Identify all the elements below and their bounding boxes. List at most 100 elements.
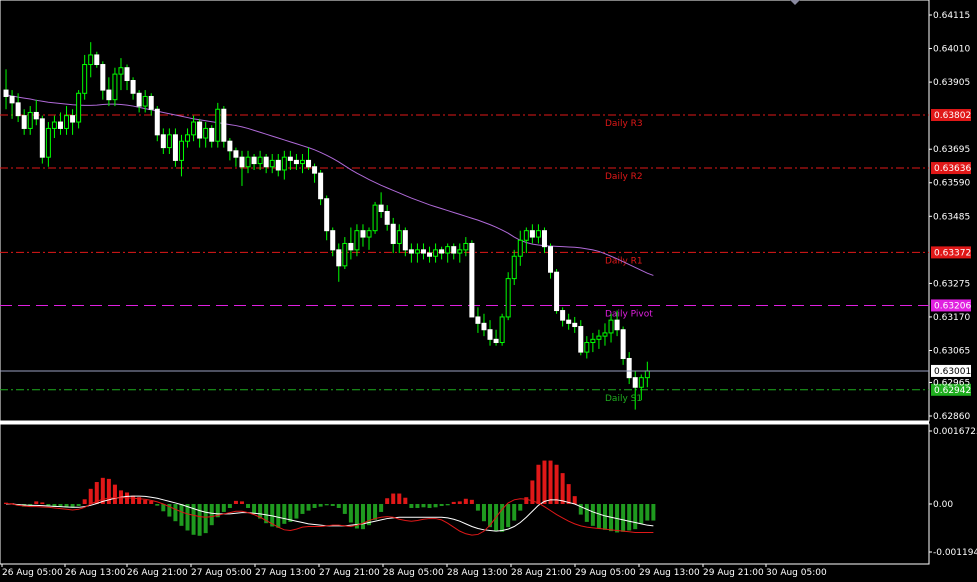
candle-body: [239, 156, 245, 168]
candle: [632, 371, 638, 410]
histogram-bar: [88, 488, 93, 504]
histogram-bar: [481, 504, 486, 522]
candle: [130, 77, 136, 100]
price-tick-label: 0.63590: [933, 179, 970, 189]
candle-body: [118, 67, 124, 75]
histogram-bar: [409, 504, 414, 508]
price-tick-label: 0.64010: [933, 45, 970, 55]
histogram-bar: [421, 504, 426, 508]
histogram-bar: [318, 504, 323, 507]
trading-chart[interactable]: Daily R3 0.63802 Daily R2 0.63636 Daily R1 0.…: [0, 0, 977, 582]
candle-body: [70, 115, 76, 123]
price-tick-label: 0.62965: [933, 378, 970, 388]
candle: [3, 69, 9, 110]
candle-body: [578, 326, 584, 353]
candle: [626, 352, 632, 385]
candle-body: [160, 134, 166, 149]
candle-body: [251, 156, 257, 165]
candle: [548, 243, 554, 279]
time-tick-label: 26 Aug 05:00: [2, 568, 63, 578]
histogram-bar: [40, 502, 45, 504]
candle: [602, 323, 608, 346]
candle: [644, 361, 650, 388]
histogram-bar: [415, 504, 420, 508]
candle: [457, 243, 463, 263]
candle: [166, 128, 172, 154]
histogram-bar: [524, 497, 529, 504]
candle: [118, 58, 124, 91]
histogram-bar: [348, 504, 353, 523]
histogram-bar: [391, 493, 396, 504]
candle: [493, 329, 499, 346]
time-tick-label: 26 Aug 21:00: [127, 568, 188, 578]
chart-shift-marker-icon[interactable]: [790, 0, 800, 5]
histogram-bar: [112, 484, 117, 504]
histogram-bar: [294, 504, 299, 519]
candle: [336, 243, 342, 282]
histogram-bar: [239, 501, 244, 504]
candle-body: [257, 156, 263, 165]
histogram-bar: [312, 504, 317, 508]
histogram-bar: [379, 504, 384, 512]
candle: [124, 64, 130, 91]
histogram-bar: [233, 500, 238, 504]
level-price-value: 0.63206: [934, 301, 971, 311]
candle-body: [299, 159, 305, 165]
candle-body: [590, 338, 596, 344]
candle-body: [269, 159, 275, 168]
candle: [396, 224, 402, 254]
histogram-bar: [360, 504, 365, 530]
candle-body: [433, 249, 439, 257]
candle: [33, 99, 39, 126]
candle: [269, 153, 275, 174]
time-tick-label: 29 Aug 05:00: [575, 568, 636, 578]
candle-body: [281, 156, 287, 171]
time-tick-label: 28 Aug 13:00: [447, 568, 508, 578]
candle-body: [644, 370, 650, 379]
candle: [136, 90, 142, 113]
histogram-bar: [560, 473, 565, 504]
price-tick-label: 0.64115: [933, 11, 970, 21]
candle: [57, 112, 63, 135]
histogram-bar: [58, 504, 63, 507]
histogram-bar: [621, 504, 626, 532]
histogram-bar: [439, 504, 444, 506]
candle: [414, 243, 420, 263]
candle-body: [172, 134, 178, 161]
candle: [463, 237, 469, 257]
histogram-bar: [373, 504, 378, 520]
candle-body: [227, 140, 233, 152]
osc-tick-label: -0.001194: [933, 548, 977, 558]
candle-body: [572, 322, 578, 328]
time-tick-label: 28 Aug 21:00: [511, 568, 572, 578]
candle-body: [523, 230, 529, 241]
candle: [178, 134, 184, 177]
level-label: Daily S1: [605, 394, 642, 404]
price-panel-frame: [0, 0, 930, 422]
candle-body: [142, 95, 148, 107]
candle-body: [306, 159, 312, 168]
candle: [560, 307, 566, 327]
price-tick-label: 0.63485: [933, 212, 970, 222]
candle: [263, 153, 269, 174]
candle-body: [166, 134, 172, 149]
candle: [197, 118, 203, 148]
candle: [469, 240, 475, 318]
candle: [511, 249, 517, 285]
candle: [578, 320, 584, 356]
histogram-bar: [221, 504, 226, 512]
candle: [215, 102, 221, 148]
histogram-bar: [324, 504, 329, 506]
candle-body: [233, 150, 239, 158]
osc-tick-label: 0.0016725: [933, 427, 977, 437]
candle-body: [445, 246, 451, 254]
candle-body: [372, 204, 378, 232]
histogram-bar: [651, 504, 656, 521]
histogram-bar: [475, 504, 480, 511]
candle-body: [596, 335, 602, 340]
indicator-panel-frame: [0, 423, 930, 565]
current-price-value: 0.63001: [934, 367, 971, 377]
candle-body: [427, 252, 433, 257]
candle-body: [608, 319, 614, 334]
histogram-bar: [34, 501, 39, 504]
